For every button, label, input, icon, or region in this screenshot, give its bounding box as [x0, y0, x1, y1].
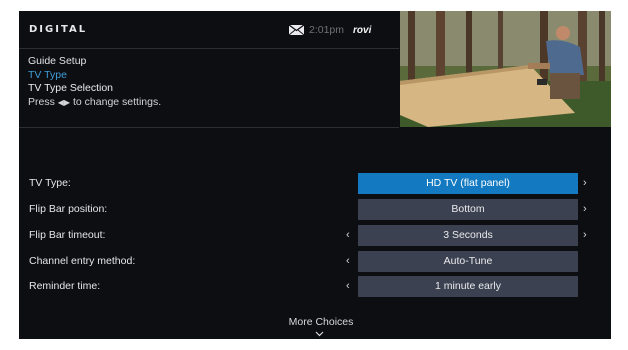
instruction-prefix: Press [28, 95, 55, 108]
envelope-icon [289, 25, 304, 35]
chevron-right-icon[interactable]: › [583, 203, 587, 215]
digital-logo: DIGITAL [29, 24, 88, 35]
more-choices-button[interactable]: More Choices [19, 316, 611, 328]
left-right-arrows-icon: ◀▶ [57, 97, 71, 107]
tv-screen: DIGITAL 2:01pm rovi Guide Setup TV Type … [19, 11, 611, 339]
live-video-preview [400, 11, 611, 127]
rovi-logo: rovi [353, 24, 372, 36]
section-subtitle: TV Type [28, 68, 67, 81]
instruction-text: Press ◀▶ to change settings. [28, 96, 161, 110]
setting-label-flip-bar-position: Flip Bar position: [29, 203, 108, 215]
current-screen-title: TV Type Selection [28, 82, 114, 94]
chevron-right-icon[interactable]: › [583, 229, 587, 241]
chevron-left-icon[interactable]: ‹ [346, 280, 350, 292]
chevron-left-icon[interactable]: ‹ [346, 255, 350, 267]
status-bar: 2:01pm rovi [289, 24, 371, 36]
setting-label-flip-bar-timeout: Flip Bar timeout: [29, 229, 106, 241]
setting-label-reminder-time: Reminder time: [29, 280, 101, 292]
header-divider [19, 48, 399, 49]
setting-value-tv-type[interactable]: HD TV (flat panel) [358, 173, 578, 194]
chevron-right-icon[interactable]: › [583, 177, 587, 189]
clock-time: 2:01pm [309, 24, 345, 36]
setting-label-channel-entry-method: Channel entry method: [29, 255, 136, 267]
setting-value-flip-bar-timeout[interactable]: 3 Seconds [358, 225, 578, 246]
video-frame-image [400, 11, 611, 127]
chevron-left-icon[interactable]: ‹ [346, 229, 350, 241]
setting-value-flip-bar-position[interactable]: Bottom [358, 199, 578, 220]
chevron-down-icon[interactable] [315, 331, 324, 337]
instruction-suffix: to change settings. [73, 95, 162, 108]
breadcrumb-divider [19, 127, 399, 128]
setting-value-reminder-time[interactable]: 1 minute early [358, 276, 578, 297]
breadcrumb: Guide Setup TV Type TV Type Selection Pr… [28, 55, 161, 109]
page-title: Guide Setup [28, 55, 87, 67]
setting-value-channel-entry-method[interactable]: Auto-Tune [358, 251, 578, 272]
setting-label-tv-type: TV Type: [29, 177, 71, 189]
